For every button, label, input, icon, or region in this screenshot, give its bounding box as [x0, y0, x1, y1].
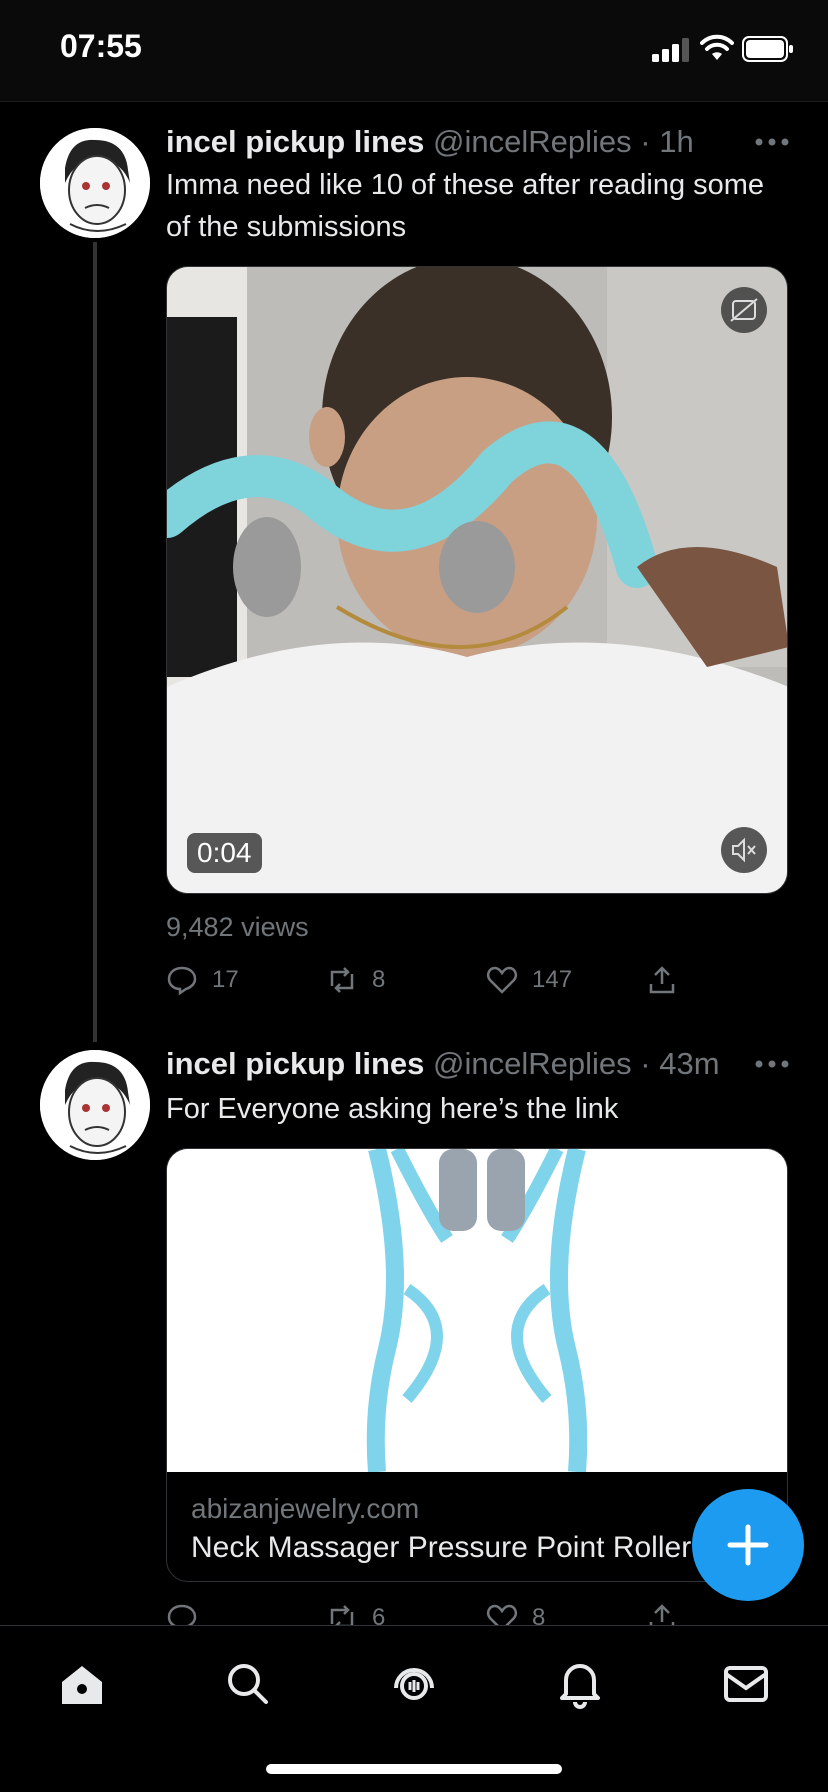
- spaces-icon: [394, 1668, 434, 1700]
- timestamp: 43m: [659, 1046, 720, 1081]
- plus-icon: [727, 1524, 769, 1566]
- messages-icon: [724, 1666, 768, 1702]
- avatar-image: [40, 128, 150, 238]
- video-frame: [167, 267, 787, 893]
- tweet-header: incel pickup lines @incelReplies · 1h: [166, 124, 694, 160]
- retweet-button[interactable]: 8: [326, 964, 385, 996]
- link-title: Neck Massager Pressure Point Roller: [191, 1531, 692, 1564]
- link-domain: abizanjewelry.com: [191, 1493, 420, 1524]
- video-player[interactable]: 0:04: [166, 266, 788, 894]
- tab-home[interactable]: [52, 1654, 112, 1714]
- display-name[interactable]: incel pickup lines: [166, 124, 424, 159]
- view-count: 9,482 views: [166, 912, 309, 942]
- notifications-icon: [560, 1664, 600, 1709]
- compose-tweet-button[interactable]: [692, 1489, 804, 1601]
- separator-dot: ·: [640, 1046, 651, 1081]
- tab-messages[interactable]: [716, 1654, 776, 1714]
- avatar[interactable]: [40, 1050, 150, 1160]
- tweet[interactable]: incel pickup lines @incelReplies · 1h Im…: [0, 0, 828, 1042]
- retweet-icon: [330, 967, 354, 993]
- reply-button[interactable]: 17: [166, 964, 239, 996]
- display-name[interactable]: incel pickup lines: [166, 1046, 424, 1081]
- timestamp: 1h: [659, 124, 694, 159]
- share-button[interactable]: [646, 964, 678, 996]
- search-icon: [228, 1664, 268, 1704]
- more-options-icon[interactable]: [754, 1058, 790, 1070]
- tab-search[interactable]: [218, 1654, 278, 1714]
- reply-icon: [167, 966, 197, 996]
- heart-icon: [486, 966, 518, 994]
- like-count: 147: [532, 966, 573, 993]
- home-indicator[interactable]: [266, 1764, 562, 1774]
- product-image: [167, 1149, 787, 1473]
- reply-count: 17: [212, 966, 239, 993]
- mute-toggle-button[interactable]: [721, 827, 767, 873]
- tweet-header: incel pickup lines @incelReplies · 43m: [166, 1046, 720, 1082]
- captions-off-icon: [730, 298, 758, 322]
- separator-dot: ·: [640, 124, 651, 159]
- tweet-text: Imma need like 10 of these after reading…: [166, 169, 765, 243]
- more-options-icon[interactable]: [754, 136, 790, 148]
- username[interactable]: @incelReplies: [433, 1046, 632, 1081]
- share-icon: [649, 966, 675, 994]
- like-button[interactable]: 147: [486, 964, 572, 996]
- avatar[interactable]: [40, 128, 150, 238]
- tweet-actions: 17 8 147: [166, 964, 726, 1004]
- muted-speaker-icon: [732, 837, 756, 863]
- username[interactable]: @incelReplies: [433, 124, 632, 159]
- closed-captions-button[interactable]: [721, 287, 767, 333]
- home-icon: [62, 1666, 102, 1704]
- retweet-count: 8: [372, 966, 386, 993]
- tweet-text: For Everyone asking here’s the link: [166, 1093, 619, 1125]
- thread-connector-line: [93, 242, 97, 1042]
- tab-notifications[interactable]: [550, 1654, 610, 1714]
- link-card-image: [167, 1149, 787, 1473]
- video-duration: 0:04: [187, 833, 262, 873]
- tab-spaces[interactable]: [384, 1654, 444, 1714]
- avatar-image: [40, 1050, 150, 1160]
